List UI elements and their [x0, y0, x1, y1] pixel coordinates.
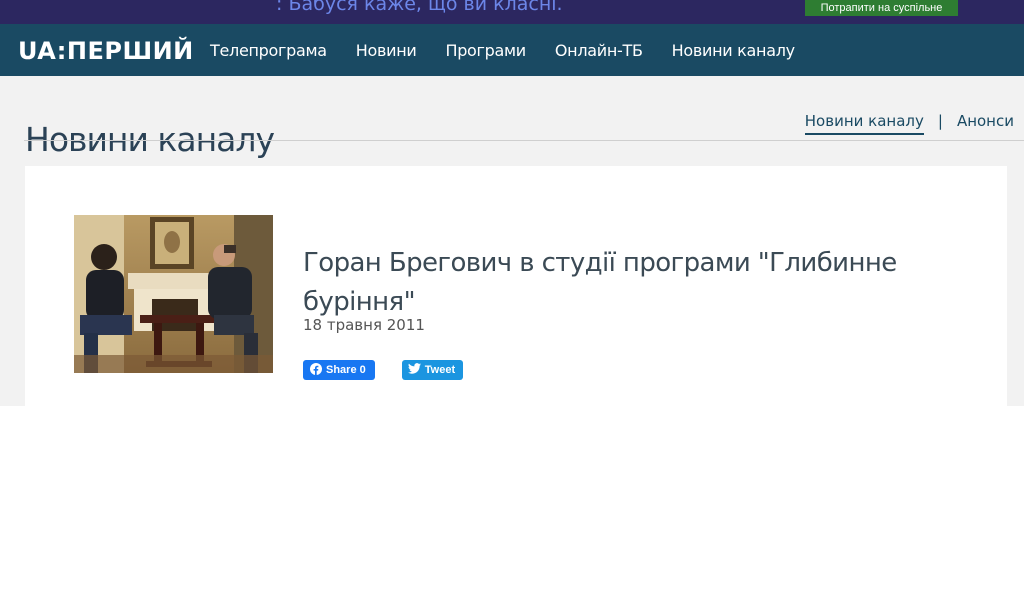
- subnav-item-announcements[interactable]: Анонси: [957, 112, 1014, 130]
- nav-item-online-tv[interactable]: Онлайн-ТБ: [555, 41, 643, 60]
- nav-item-news[interactable]: Новини: [356, 41, 417, 60]
- nav-item-programs[interactable]: Програми: [445, 41, 526, 60]
- twitter-bird-icon: [407, 363, 425, 377]
- facebook-icon: [310, 362, 326, 378]
- nav-item-channel-news[interactable]: Новини каналу: [672, 41, 795, 60]
- section-subnav: Новини каналу | Анонси: [804, 112, 1014, 135]
- main-navbar: UA:ПЕРШИЙ Телепрограма Новини Програми О…: [0, 24, 1024, 76]
- subnav-item-channel-news[interactable]: Новини каналу: [804, 112, 924, 135]
- article-title[interactable]: Горан Брегович в студії програми "Глибин…: [303, 244, 923, 322]
- subnav-separator: |: [937, 112, 943, 130]
- twitter-tweet-label: Tweet: [424, 364, 456, 376]
- top-promo-bar: : Бабуся каже, що ви класні. Потрапити н…: [0, 0, 1024, 24]
- site-logo[interactable]: UA:ПЕРШИЙ: [18, 37, 194, 65]
- share-buttons: Share 0 Tweet: [303, 360, 464, 380]
- twitter-tweet-button[interactable]: Tweet: [401, 360, 464, 380]
- article-date: 18 травня 2011: [303, 316, 425, 334]
- suspilne-button[interactable]: Потрапити на суспільне: [805, 0, 958, 16]
- promo-ticker-text[interactable]: : Бабуся каже, що ви класні.: [276, 0, 563, 15]
- article-thumbnail[interactable]: [74, 215, 273, 373]
- page-content: Новини каналу Новини каналу | Анонси Гор…: [0, 76, 1024, 406]
- news-card: Горан Брегович в студії програми "Глибин…: [25, 166, 1007, 406]
- main-nav: Телепрограма Новини Програми Онлайн-ТБ Н…: [210, 24, 824, 76]
- facebook-share-button[interactable]: Share 0: [303, 360, 375, 380]
- title-divider: [24, 140, 1024, 141]
- facebook-share-label: Share 0: [326, 364, 366, 376]
- nav-item-tv-schedule[interactable]: Телепрограма: [210, 41, 327, 60]
